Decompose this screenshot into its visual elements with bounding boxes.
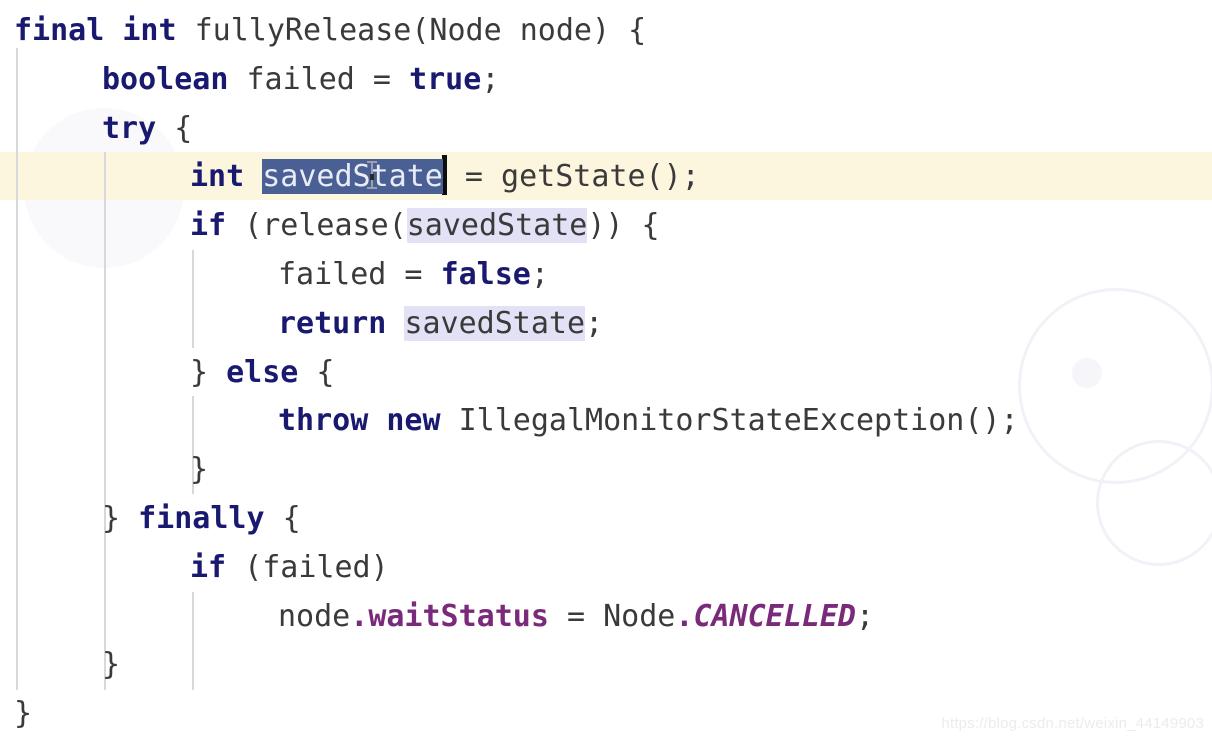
- code-line[interactable]: } else {: [0, 348, 1212, 397]
- keyword-token: true: [409, 61, 482, 97]
- keyword-token: if: [190, 208, 227, 244]
- code-token: ;: [530, 257, 549, 292]
- code-line[interactable]: int savedState = getState();: [0, 152, 1212, 201]
- code-line[interactable]: if (release(savedState)) {: [0, 201, 1212, 250]
- code-token: }: [102, 647, 121, 683]
- code-token: ;: [481, 61, 500, 97]
- code-line[interactable]: return savedState;: [0, 299, 1212, 348]
- usage-highlight-token: savedState: [406, 208, 588, 244]
- code-line[interactable]: } finally {: [0, 494, 1212, 543]
- code-token: }: [190, 354, 227, 390]
- code-token: failed =: [278, 257, 441, 292]
- code-line[interactable]: boolean failed = true;: [0, 55, 1212, 104]
- usage-highlight-token: savedState: [404, 305, 586, 341]
- code-token: (failed): [226, 549, 389, 585]
- keyword-token: finally: [138, 501, 265, 536]
- code-token: )) {: [587, 208, 660, 244]
- code-token: .: [675, 598, 694, 634]
- keyword-token: int: [122, 13, 177, 48]
- keyword-token: throw: [278, 403, 369, 439]
- code-token: = Node: [548, 598, 676, 634]
- code-token: {: [264, 501, 301, 536]
- code-token: }: [102, 501, 139, 536]
- code-token: ;: [585, 305, 604, 341]
- code-editor-view[interactable]: final int fullyRelease(Node node) {boole…: [0, 0, 1212, 738]
- code-token: = getState();: [446, 159, 700, 195]
- keyword-token: try: [102, 110, 157, 146]
- keyword-token: else: [226, 354, 299, 390]
- keyword-token: false: [440, 257, 531, 292]
- code-line[interactable]: throw new IllegalMonitorStateException()…: [0, 396, 1212, 445]
- keyword-token: boolean: [102, 61, 229, 97]
- code-token: IllegalMonitorStateException();: [440, 403, 1019, 439]
- code-token: {: [156, 110, 193, 146]
- code-token: }: [190, 452, 209, 488]
- code-token: failed =: [228, 61, 410, 97]
- code-token: .: [350, 598, 369, 634]
- code-token: (release(: [226, 208, 407, 244]
- code-token: ;: [856, 598, 875, 634]
- code-line[interactable]: }: [0, 640, 1212, 689]
- selected-token: savedState: [262, 159, 443, 195]
- code-token: }: [14, 696, 33, 732]
- keyword-token: new: [386, 403, 441, 439]
- field-token: waitStatus: [368, 598, 549, 634]
- keyword-token: int: [190, 159, 245, 195]
- keyword-token: return: [278, 305, 387, 341]
- code-line[interactable]: if (failed): [0, 543, 1212, 592]
- source-url-watermark: https://blog.csdn.net/weixin_44149903: [941, 715, 1204, 732]
- keyword-token: if: [190, 549, 227, 585]
- code-token: fullyRelease(Node node) {: [176, 13, 647, 48]
- code-line[interactable]: try {: [0, 104, 1212, 153]
- code-token: {: [298, 354, 335, 390]
- code-line[interactable]: }: [0, 445, 1212, 494]
- constant-token: CANCELLED: [693, 598, 856, 634]
- code-line[interactable]: final int fullyRelease(Node node) {: [0, 6, 1212, 55]
- keyword-token: final: [14, 13, 105, 48]
- code-token: node: [278, 598, 351, 634]
- code-line[interactable]: failed = false;: [0, 250, 1212, 299]
- code-line[interactable]: node.waitStatus = Node.CANCELLED;: [0, 592, 1212, 641]
